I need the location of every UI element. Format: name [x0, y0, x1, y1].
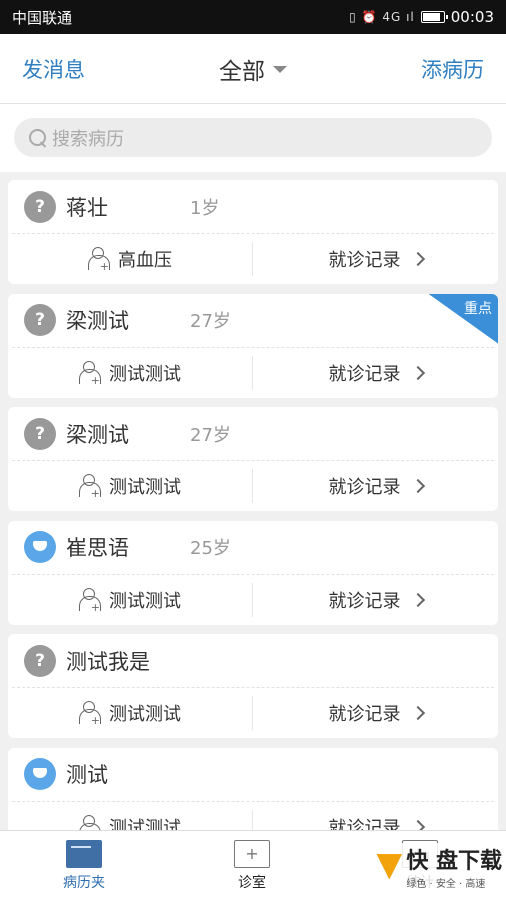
patient-actions: 测试测试 就诊记录 — [8, 575, 498, 625]
patient-age: 1岁 — [190, 197, 220, 219]
patient-name: 测试我是 — [66, 649, 150, 674]
add-person-icon — [79, 360, 101, 385]
avatar — [24, 190, 56, 223]
diagnosis-cell[interactable]: 测试测试 — [8, 355, 253, 390]
visit-record-label: 就诊记录 — [328, 704, 401, 725]
status-right: ▯ ⏰ 4G ıl 00:03 — [349, 8, 494, 26]
visit-record-label: 就诊记录 — [328, 250, 401, 271]
chevron-right-icon — [410, 592, 425, 607]
avatar — [24, 644, 56, 677]
patient-actions: 测试测试 就诊记录 — [8, 688, 498, 738]
patient-header: 蒋壮 1岁 — [12, 180, 494, 234]
battery-icon — [420, 11, 448, 23]
patient-list: 蒋壮 1岁 高血压 就诊记录 梁测试 27岁 测试测试 就 — [8, 180, 498, 861]
filter-dropdown[interactable]: 全部 — [219, 52, 287, 86]
patient-age: 25岁 — [190, 538, 231, 559]
add-record-button[interactable]: 添病历 — [421, 54, 484, 84]
patient-actions: 测试测试 就诊记录 — [8, 348, 498, 398]
diagnosis-cell[interactable]: 测试测试 — [8, 696, 253, 730]
caret-down-icon — [273, 66, 287, 73]
status-bar: 中国联通 ▯ ⏰ 4G ıl 00:03 — [0, 0, 506, 34]
chevron-right-icon — [410, 705, 425, 721]
patient-name: 梁测试 — [66, 309, 129, 333]
avatar — [24, 531, 56, 563]
diagnosis-label: 测试测试 — [109, 704, 181, 725]
visit-record-label: 就诊记录 — [328, 363, 401, 385]
patient-name: 测试 — [66, 763, 108, 787]
folder-icon — [66, 839, 102, 868]
watermark: 快 盘下载 绿色 · 安全 · 高速 — [376, 843, 502, 890]
clinic-icon — [234, 839, 270, 868]
watermark-sub: 绿色 · 安全 · 高速 — [406, 879, 486, 890]
send-message-button[interactable]: 发消息 — [22, 54, 85, 84]
diagnosis-label: 高血压 — [118, 250, 172, 271]
tab-records[interactable]: 病历夹 — [0, 831, 168, 900]
visit-record-button[interactable]: 就诊记录 — [253, 242, 498, 276]
carrier-label: 中国联通 — [12, 8, 73, 27]
patient-card[interactable]: 测试我是 测试测试 就诊记录 — [8, 634, 498, 738]
add-person-icon — [88, 247, 110, 271]
watermark-main: 快 盘下载 — [406, 849, 502, 874]
chevron-right-icon — [410, 478, 425, 494]
patient-header: 测试我是 — [12, 634, 494, 688]
patient-actions: 测试测试 就诊记录 — [8, 461, 498, 511]
patient-card[interactable]: 崔思语 25岁 测试测试 就诊记录 — [8, 520, 498, 625]
chevron-right-icon — [410, 251, 425, 267]
patient-name: 梁测试 — [66, 422, 129, 447]
search-bar: 搜索病历 — [0, 104, 506, 172]
diagnosis-label: 测试测试 — [109, 590, 181, 612]
patient-name: 崔思语 — [66, 536, 129, 560]
patient-header: 测试 — [12, 748, 494, 802]
visit-record-button[interactable]: 就诊记录 — [253, 469, 498, 503]
diagnosis-label: 测试测试 — [109, 477, 181, 498]
filter-label: 全部 — [219, 58, 265, 85]
search-icon — [28, 128, 48, 148]
search-input[interactable]: 搜索病历 — [14, 118, 492, 157]
avatar — [24, 758, 56, 790]
patient-card[interactable]: 蒋壮 1岁 高血压 就诊记录 — [8, 180, 498, 284]
patient-card[interactable]: 梁测试 27岁 测试测试 就诊记录 重点 — [8, 293, 498, 398]
tab-clinic[interactable]: 诊室 — [168, 831, 336, 900]
diagnosis-cell[interactable]: 测试测试 — [8, 582, 253, 617]
search-placeholder: 搜索病历 — [52, 128, 124, 150]
patient-header: 梁测试 27岁 — [12, 294, 494, 348]
patient-name: 蒋壮 — [66, 195, 108, 220]
priority-badge-label: 重点 — [464, 300, 492, 317]
watermark-logo-icon — [376, 853, 403, 880]
visit-record-button[interactable]: 就诊记录 — [253, 696, 498, 730]
tab-label: 病历夹 — [63, 874, 105, 891]
clock-label: 00:03 — [450, 8, 494, 26]
chevron-right-icon — [410, 365, 425, 380]
patient-header: 崔思语 25岁 — [12, 521, 494, 575]
visit-record-button[interactable]: 就诊记录 — [253, 356, 498, 390]
avatar — [24, 417, 56, 450]
patient-card[interactable]: 梁测试 27岁 测试测试 就诊记录 — [8, 407, 498, 511]
tab-label: 诊室 — [238, 874, 266, 891]
patient-age: 27岁 — [190, 424, 231, 446]
add-person-icon — [79, 701, 101, 725]
avatar — [24, 304, 56, 336]
add-person-icon — [79, 474, 101, 498]
patient-actions: 高血压 就诊记录 — [8, 234, 498, 284]
visit-record-label: 就诊记录 — [328, 477, 401, 498]
patient-header: 梁测试 27岁 — [12, 407, 494, 461]
nav-bar: 发消息 全部 添病历 — [0, 34, 506, 104]
add-person-icon — [79, 587, 101, 612]
diagnosis-cell[interactable]: 测试测试 — [8, 469, 253, 503]
visit-record-label: 就诊记录 — [328, 590, 401, 612]
diagnosis-cell[interactable]: 高血压 — [8, 242, 253, 276]
status-icons: ▯ ⏰ 4G ıl — [349, 10, 415, 24]
visit-record-button[interactable]: 就诊记录 — [253, 583, 498, 617]
patient-age: 27岁 — [190, 311, 231, 332]
diagnosis-label: 测试测试 — [109, 363, 181, 385]
